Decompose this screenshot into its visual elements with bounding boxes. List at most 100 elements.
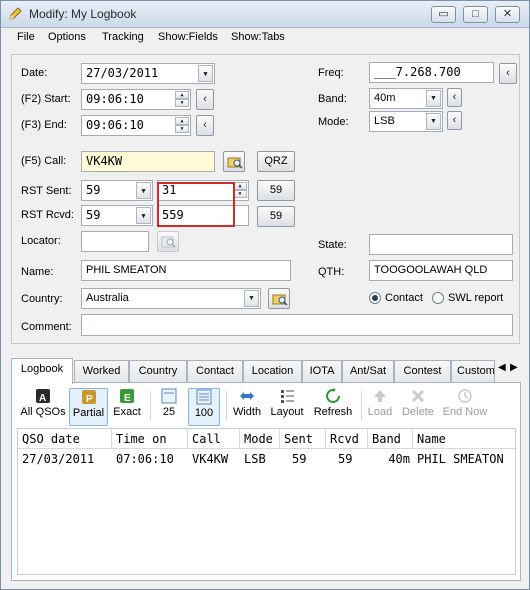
layout-button[interactable]: Layout [268, 388, 306, 426]
menu-tracking[interactable]: Tracking [102, 31, 144, 43]
refresh-icon [326, 388, 340, 403]
end-time-field[interactable]: 09:06:10 ▲ ▼ [81, 115, 191, 136]
locator-field[interactable] [81, 231, 149, 252]
tab-contact[interactable]: Contact [187, 360, 243, 383]
country-label: Country: [21, 293, 63, 305]
chevron-down-icon[interactable]: ▼ [136, 182, 151, 199]
list-100-icon [196, 389, 212, 405]
qrz-button[interactable]: QRZ [257, 151, 295, 172]
show-100-button[interactable]: 100 [188, 388, 220, 426]
comment-field[interactable] [81, 314, 513, 336]
column-header-rcvd[interactable]: Rcvd [326, 429, 368, 449]
load-button[interactable]: Load [366, 388, 394, 426]
exact-button[interactable]: E Exact [111, 388, 143, 426]
column-header-sent[interactable]: Sent [280, 429, 326, 449]
tab-iota[interactable]: IOTA [302, 360, 342, 383]
all-qsos-button[interactable]: A All QSOs [20, 388, 66, 426]
rst-sent-default-button[interactable]: 59 [257, 180, 295, 201]
tab-scroll-left-icon[interactable]: ◀ [498, 362, 506, 373]
maximize-button[interactable]: □ [463, 6, 488, 23]
chevron-down-icon[interactable]: ▼ [244, 290, 259, 307]
tab-contest[interactable]: Contest [394, 360, 451, 383]
freq-field[interactable]: ___7.268.700 [369, 62, 494, 83]
swl-report-radio-label[interactable]: SWL report [448, 292, 503, 304]
mode-back-button[interactable]: ‹ [447, 111, 462, 130]
menu-show-fields[interactable]: Show:Fields [158, 31, 218, 43]
end-time-value: 09:06:10 [86, 118, 144, 132]
title-bar: Modify: My Logbook ▭ □ ✕ [1, 1, 529, 28]
search-icon [161, 236, 176, 248]
delete-label: Delete [402, 406, 434, 418]
call-field[interactable]: VK4KW [81, 151, 215, 172]
tab-ant-sat[interactable]: Ant/Sat [342, 360, 394, 383]
end-now-button[interactable]: End Now [442, 388, 488, 426]
qso-table[interactable]: QSO date Time on Call Mode Sent Rcvd Ban… [17, 428, 516, 575]
list-25-icon [161, 388, 177, 404]
tab-custom[interactable]: Custom [451, 360, 495, 383]
mode-select[interactable]: LSB ▼ [369, 111, 443, 132]
chevron-down-icon[interactable]: ▼ [426, 90, 441, 107]
end-now-button[interactable]: ‹ [196, 115, 214, 136]
freq-back-button[interactable]: ‹ [499, 63, 517, 84]
start-label: (F2) Start: [21, 93, 71, 105]
column-header-qso-date[interactable]: QSO date [18, 429, 112, 449]
start-time-field[interactable]: 09:06:10 ▲ ▼ [81, 89, 191, 110]
rst-sent-value: 59 [86, 183, 101, 197]
freq-label: Freq: [318, 67, 344, 79]
locator-label: Locator: [21, 235, 61, 247]
band-label: Band: [318, 93, 347, 105]
column-header-band[interactable]: Band [368, 429, 413, 449]
band-select[interactable]: 40m ▼ [369, 88, 443, 109]
lookup-call-button[interactable] [223, 151, 245, 172]
column-header-time-on[interactable]: Time on [112, 429, 188, 449]
rst-sent-field[interactable]: 59 ▼ [81, 180, 153, 201]
refresh-label: Refresh [313, 406, 353, 418]
band-back-button[interactable]: ‹ [447, 88, 462, 107]
chevron-down-icon[interactable]: ▼ [426, 113, 441, 130]
tab-country[interactable]: Country [129, 360, 187, 383]
state-label: State: [318, 239, 347, 251]
load-arrow-icon [374, 390, 386, 402]
menu-show-tabs[interactable]: Show:Tabs [231, 31, 285, 43]
tab-scroll-right-icon[interactable]: ▶ [510, 362, 518, 373]
swl-report-radio[interactable] [432, 292, 444, 304]
tab-logbook[interactable]: Logbook [11, 358, 73, 384]
start-time-spinner[interactable]: ▲ ▼ [175, 91, 189, 108]
contact-radio[interactable] [369, 292, 381, 304]
band-value: 40m [374, 92, 396, 104]
rst-sent-spinner[interactable]: ▲ ▼ [233, 182, 247, 199]
refresh-button[interactable]: Refresh [311, 388, 355, 426]
tab-location[interactable]: Location [243, 360, 302, 383]
width-button[interactable]: Width [231, 388, 263, 426]
qth-field[interactable]: TOOGOOLAWAH QLD [369, 260, 513, 281]
chevron-down-icon[interactable]: ▼ [198, 65, 213, 82]
partial-label: Partial [72, 407, 105, 419]
country-lookup-button[interactable] [268, 288, 290, 309]
locator-search-button[interactable] [157, 231, 179, 252]
tab-worked[interactable]: Worked [74, 360, 129, 383]
toolbar-separator [226, 391, 227, 421]
minimize-button[interactable]: ▭ [431, 6, 456, 23]
name-field[interactable]: PHIL SMEATON [81, 260, 291, 281]
date-field[interactable]: 27/03/2011 ▼ [81, 63, 215, 84]
cell-band: 40m [388, 452, 410, 466]
column-header-call[interactable]: Call [188, 429, 240, 449]
column-header-mode[interactable]: Mode [240, 429, 280, 449]
menu-file[interactable]: File [17, 31, 35, 43]
menu-options[interactable]: Options [48, 31, 86, 43]
rst-rcvd-default-button[interactable]: 59 [257, 206, 295, 227]
state-field[interactable] [369, 234, 513, 255]
country-select[interactable]: Australia ▼ [81, 288, 261, 309]
close-button[interactable]: ✕ [495, 6, 520, 23]
toolbar-separator [150, 391, 151, 421]
rst-rcvd-field[interactable]: 59 ▼ [81, 205, 153, 226]
rst-sent-label: RST Sent: [21, 185, 72, 197]
delete-button[interactable]: Delete [400, 388, 436, 426]
chevron-down-icon[interactable]: ▼ [136, 207, 151, 224]
contact-radio-label[interactable]: Contact [385, 292, 423, 304]
show-25-button[interactable]: 25 [157, 388, 181, 426]
end-time-spinner[interactable]: ▲ ▼ [175, 117, 189, 134]
column-header-name[interactable]: Name [413, 429, 515, 449]
start-now-button[interactable]: ‹ [196, 89, 214, 110]
partial-button[interactable]: P Partial [69, 388, 108, 426]
